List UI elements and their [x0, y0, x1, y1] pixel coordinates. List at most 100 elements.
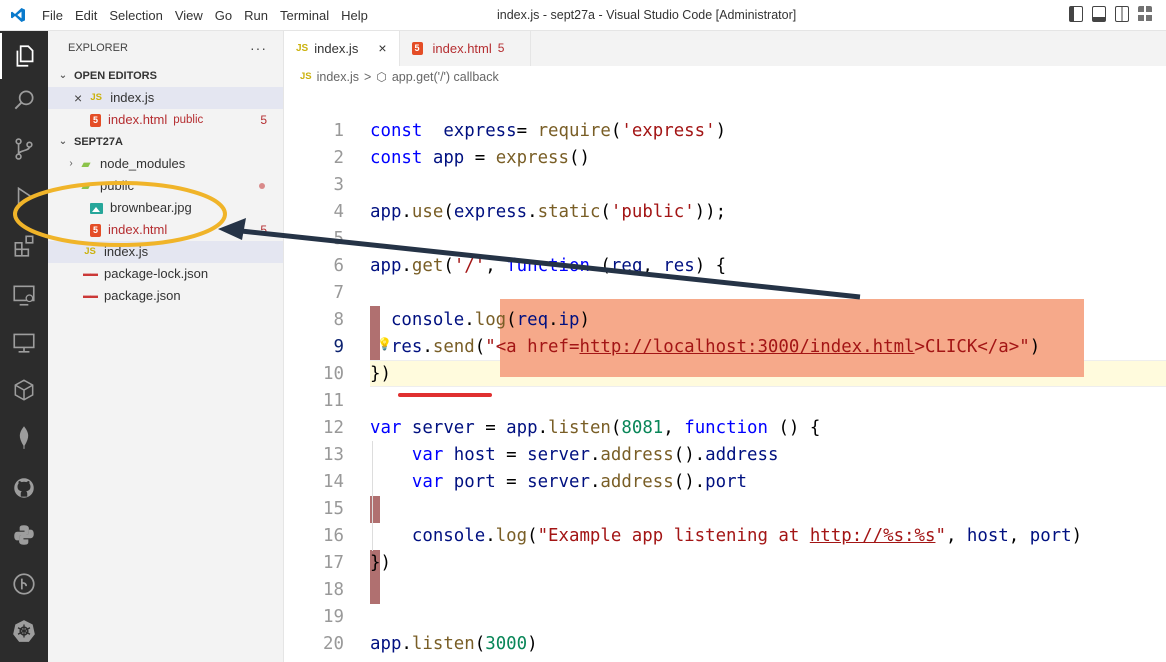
open-editor-item-indexjs[interactable]: × JS index.js	[48, 87, 283, 109]
code-line[interactable]: const app = express()	[370, 145, 590, 172]
explorer-icon[interactable]	[0, 33, 48, 79]
tree-item-package[interactable]: ▬▬ package.json	[48, 285, 283, 307]
activity-bar	[0, 31, 48, 662]
git-graph-icon[interactable]	[10, 570, 38, 598]
code-editor[interactable]: 💡 1 2 3 4 5 6 7 8 9 10 11 12 13 14 15 16…	[284, 88, 1166, 662]
live-share-icon[interactable]	[10, 328, 38, 356]
tree-item-node-modules[interactable]: › ▰ node_modules	[48, 153, 283, 175]
code-line[interactable]: var host = server.address().address	[370, 442, 779, 469]
project-section[interactable]: ⌄ SEPT27A	[48, 131, 283, 153]
code-token: )	[1071, 526, 1083, 546]
line-number: 20	[323, 634, 344, 654]
code-line[interactable]: console.log(req.ip)	[370, 307, 590, 334]
code-line[interactable]: var server = app.listen(8081, function (…	[370, 415, 820, 442]
code-token: host	[453, 445, 496, 465]
search-icon[interactable]	[10, 86, 38, 114]
code-token: log	[474, 310, 507, 330]
tree-item-label: public	[100, 178, 134, 193]
code-token: (	[589, 256, 611, 276]
tree-item-brownbear[interactable]: brownbear.jpg	[48, 197, 283, 219]
code-token: )	[527, 634, 538, 654]
code-line[interactable]: })	[370, 361, 391, 388]
close-icon[interactable]: ×	[74, 87, 82, 109]
customize-layout-icon[interactable]	[1138, 6, 1152, 22]
github-icon[interactable]	[10, 474, 38, 502]
code-token: (	[610, 121, 622, 141]
code-token: (	[610, 418, 622, 438]
cube-icon[interactable]	[10, 376, 38, 404]
code-token: address	[600, 472, 674, 492]
code-token: (	[443, 256, 454, 276]
js-file-icon: JS	[300, 71, 312, 82]
code-token: 3000	[485, 634, 528, 654]
code-line[interactable]: console.log("Example app listening at ht…	[370, 523, 1082, 550]
breadcrumb: JS index.js > ⬡ app.get('/') callback	[284, 66, 1166, 88]
breadcrumb-symbol[interactable]: app.get('/') callback	[392, 66, 499, 88]
vscode-logo-icon	[11, 8, 25, 22]
code-token: "	[935, 526, 946, 546]
cube-icon: ⬡	[376, 70, 387, 84]
run-debug-icon[interactable]	[10, 183, 38, 211]
menu-edit[interactable]: Edit	[69, 0, 103, 31]
tree-item-indexjs[interactable]: JS index.js	[48, 241, 283, 263]
close-icon[interactable]: ×	[378, 31, 386, 66]
kubernetes-icon[interactable]	[10, 617, 38, 645]
title-bar: File Edit Selection View Go Run Terminal…	[0, 0, 1166, 31]
project-title: SEPT27A	[74, 136, 123, 148]
tree-item-public[interactable]: ⌄ ▰ public	[48, 175, 283, 197]
extensions-icon[interactable]	[10, 231, 38, 259]
code-token: server	[527, 472, 590, 492]
tab-indexhtml[interactable]: 5 index.html 5	[400, 31, 532, 66]
explorer-title: EXPLORER	[68, 42, 128, 54]
mongodb-leaf-icon[interactable]	[10, 424, 38, 452]
tab-indexjs[interactable]: JS index.js ×	[284, 31, 400, 66]
code-token: )	[715, 121, 727, 141]
code-line[interactable]: app.listen(3000)	[370, 631, 538, 658]
open-editor-item-indexhtml[interactable]: 5 index.html public 5	[48, 109, 283, 131]
code-line[interactable]: var port = server.address().port	[370, 469, 747, 496]
python-icon[interactable]	[10, 521, 38, 549]
js-file-icon: JS	[90, 92, 102, 103]
open-editors-section[interactable]: ⌄ OPEN EDITORS	[48, 65, 283, 87]
code-token: console	[411, 526, 486, 546]
code-line[interactable]: const express= require('express')	[370, 118, 726, 145]
breadcrumb-file[interactable]: index.js	[317, 66, 359, 88]
code-token: (	[474, 337, 486, 357]
code-token: .	[401, 202, 412, 222]
code-token: address	[600, 445, 674, 465]
code-token: server	[527, 445, 590, 465]
remote-explorer-icon[interactable]	[10, 281, 38, 309]
tree-item-indexhtml[interactable]: 5 index.html 5	[48, 219, 283, 241]
menu-selection[interactable]: Selection	[103, 0, 168, 31]
menu-terminal[interactable]: Terminal	[274, 0, 335, 31]
toggle-sidebar-icon[interactable]	[1069, 6, 1083, 22]
menu-file[interactable]: File	[36, 0, 69, 31]
line-number: 11	[323, 391, 344, 411]
code-token: =	[495, 472, 528, 492]
code-line[interactable]: app.get('/', function (req, res) {	[370, 253, 726, 280]
code-token: "<a href=	[485, 337, 580, 357]
tree-item-package-lock[interactable]: ▬▬ package-lock.json	[48, 263, 283, 285]
menu-help[interactable]: Help	[335, 0, 374, 31]
open-editors-title: OPEN EDITORS	[74, 70, 157, 82]
more-actions-icon[interactable]: ···	[250, 31, 267, 65]
code-token: static	[537, 202, 601, 222]
line-number: 12	[323, 418, 344, 438]
chevron-down-icon: ⌄	[58, 70, 68, 81]
code-line[interactable]: res.send("<a href=http://localhost:3000/…	[370, 334, 1040, 361]
code-token: var	[370, 418, 402, 438]
code-line[interactable]: })	[370, 550, 391, 577]
toggle-secondary-sidebar-icon[interactable]	[1115, 6, 1129, 22]
menu-go[interactable]: Go	[209, 0, 238, 31]
code-token: port	[705, 472, 748, 492]
code-token: 'express'	[621, 121, 716, 141]
toggle-panel-icon[interactable]	[1092, 6, 1106, 22]
tab-label: index.html	[432, 41, 492, 56]
menu-run[interactable]: Run	[238, 0, 274, 31]
code-token: >CLICK</a>"	[914, 337, 1030, 357]
menu-view[interactable]: View	[169, 0, 209, 31]
source-control-icon[interactable]	[10, 135, 38, 163]
code-line[interactable]: app.use(express.static('public'));	[370, 199, 726, 226]
